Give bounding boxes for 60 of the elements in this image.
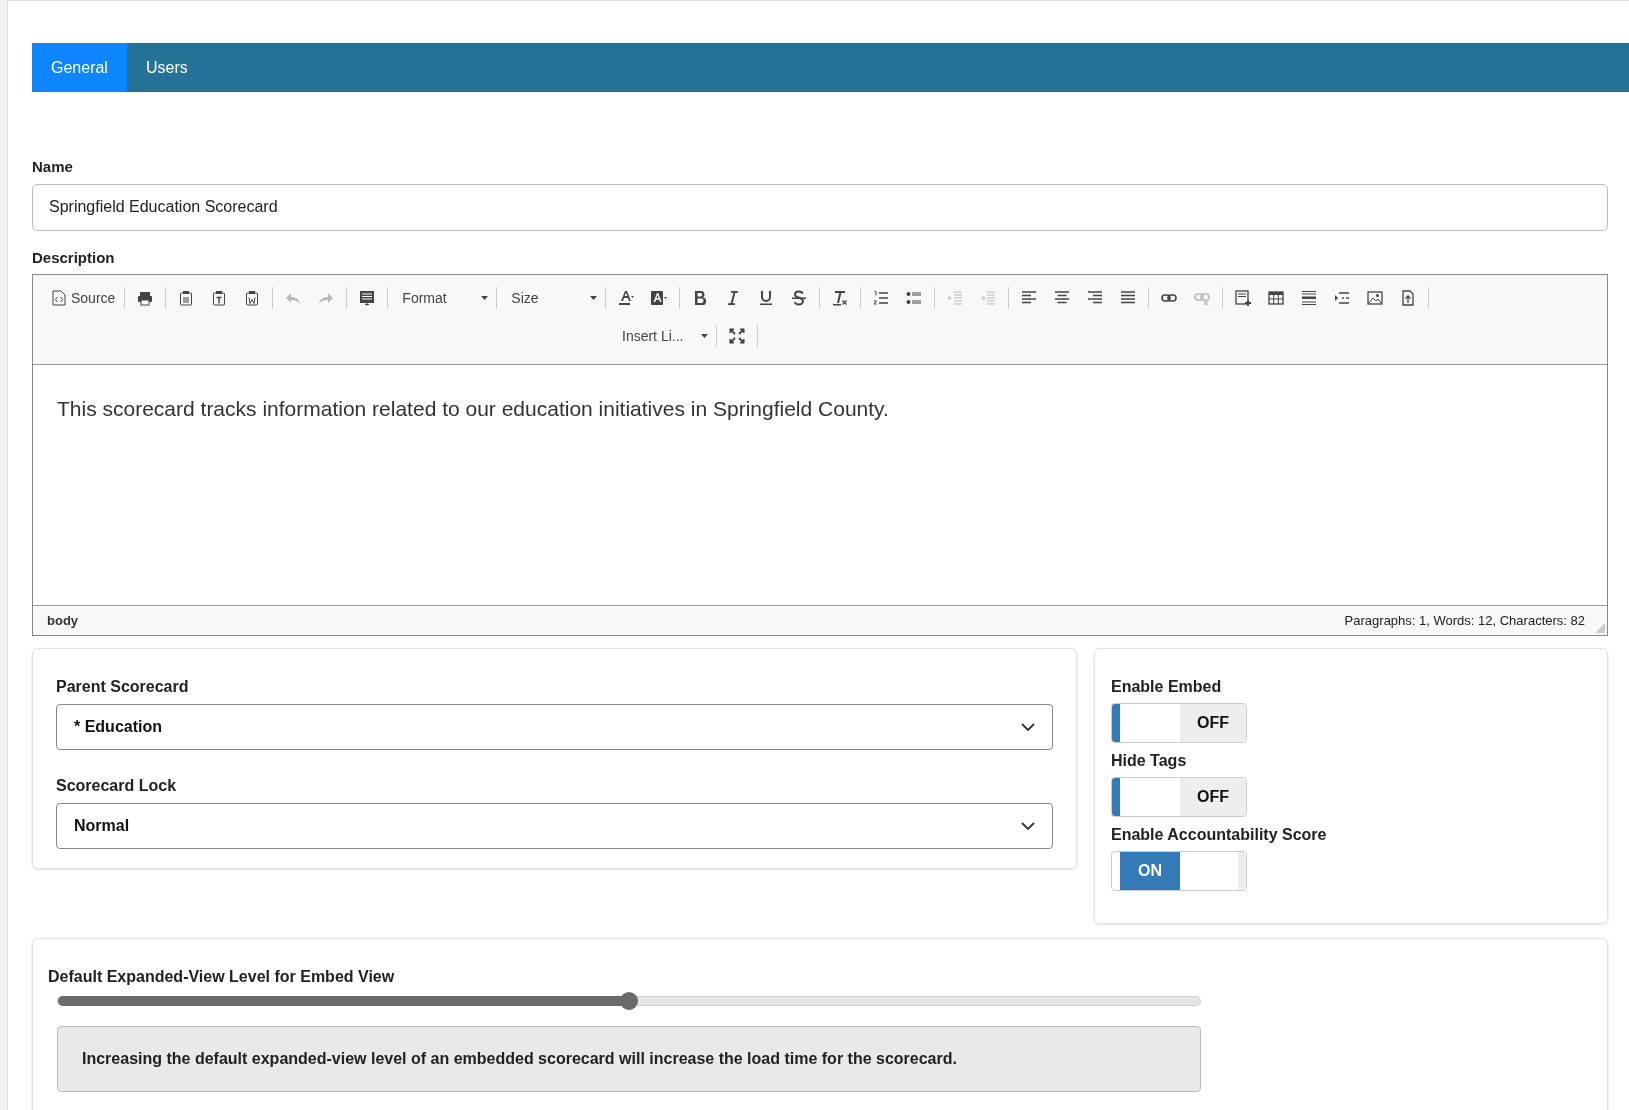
underline-icon (758, 290, 775, 306)
field-label: Scorecard Lock (56, 776, 178, 796)
field-label: Parent Scorecard (56, 677, 190, 697)
horizontal-rule-icon (1301, 290, 1318, 306)
page-break-icon (1334, 290, 1351, 306)
bold-icon (692, 290, 709, 306)
field-label: Description (32, 247, 116, 268)
dropdown-button[interactable]: Size (501, 286, 602, 310)
slider-label: Default Expanded-View Level for Embed View (48, 967, 396, 987)
unlink-icon (1194, 290, 1211, 306)
select-field[interactable]: Normal (56, 803, 1053, 849)
strikethrough-icon (791, 290, 808, 306)
toggle-switch[interactable]: OFF (1111, 777, 1247, 817)
code-document-icon (52, 290, 66, 306)
clipboard-w-icon (244, 290, 261, 306)
document-plus-icon (1235, 290, 1252, 306)
element-path[interactable]: body (47, 610, 79, 631)
text-color-icon (618, 290, 635, 306)
tab[interactable]: Users (126, 43, 207, 92)
maximize-icon (729, 328, 745, 344)
toggle-switch[interactable]: OFF (1111, 703, 1247, 743)
dropdown-button[interactable]: Format (392, 286, 493, 310)
clipboard-text-icon (211, 290, 228, 306)
dropdown-button[interactable]: Insert Li... (612, 324, 712, 348)
word-count: Paragraphs: 1, Words: 12, Characters: 82 (1344, 611, 1585, 630)
caret-icon (481, 296, 489, 300)
indent-icon (980, 290, 997, 306)
caret-icon (701, 334, 708, 338)
align-right-icon (1087, 290, 1104, 306)
numbered-list-icon (873, 290, 890, 306)
bulleted-list-icon (906, 290, 923, 306)
field-label: Name (32, 157, 74, 177)
align-left-icon (1021, 290, 1038, 306)
toggle-label: Enable Accountability Score (1111, 825, 1328, 845)
resize-handle-icon[interactable] (1595, 623, 1605, 633)
caret-icon (590, 296, 598, 300)
file-upload-icon (1400, 290, 1417, 306)
outdent-icon (947, 290, 964, 306)
table-icon (1268, 290, 1285, 306)
name-input[interactable]: Springfield Education Scorecard (32, 183, 1608, 231)
tab[interactable]: General (32, 43, 127, 92)
toggle-switch[interactable]: ON (1111, 851, 1247, 891)
image-icon (1367, 290, 1384, 306)
info-note: Increasing the default expanded-view level of an embedded scorecard will increase the load time for the scorecard. (57, 1026, 1201, 1092)
clipboard-icon (178, 290, 195, 306)
source-button[interactable]: Source (47, 286, 121, 310)
document-lines-icon (359, 290, 376, 306)
toggle-label: Enable Embed (1111, 677, 1223, 697)
clear-formatting-icon (832, 290, 849, 306)
chevron-down-icon (1021, 723, 1035, 731)
editor-text[interactable]: This scorecard tracks information related to our education initiatives in Springfield County. (33, 365, 1607, 605)
toggle-label: Hide Tags (1111, 751, 1188, 771)
slider-thumb[interactable] (620, 992, 638, 1010)
select-field[interactable]: * Education (56, 704, 1053, 750)
redo-icon (318, 290, 335, 306)
background-color-icon (651, 290, 668, 306)
align-center-icon (1054, 290, 1071, 306)
chevron-down-icon (1021, 822, 1035, 830)
print-icon (137, 290, 154, 306)
justify-icon (1120, 290, 1137, 306)
